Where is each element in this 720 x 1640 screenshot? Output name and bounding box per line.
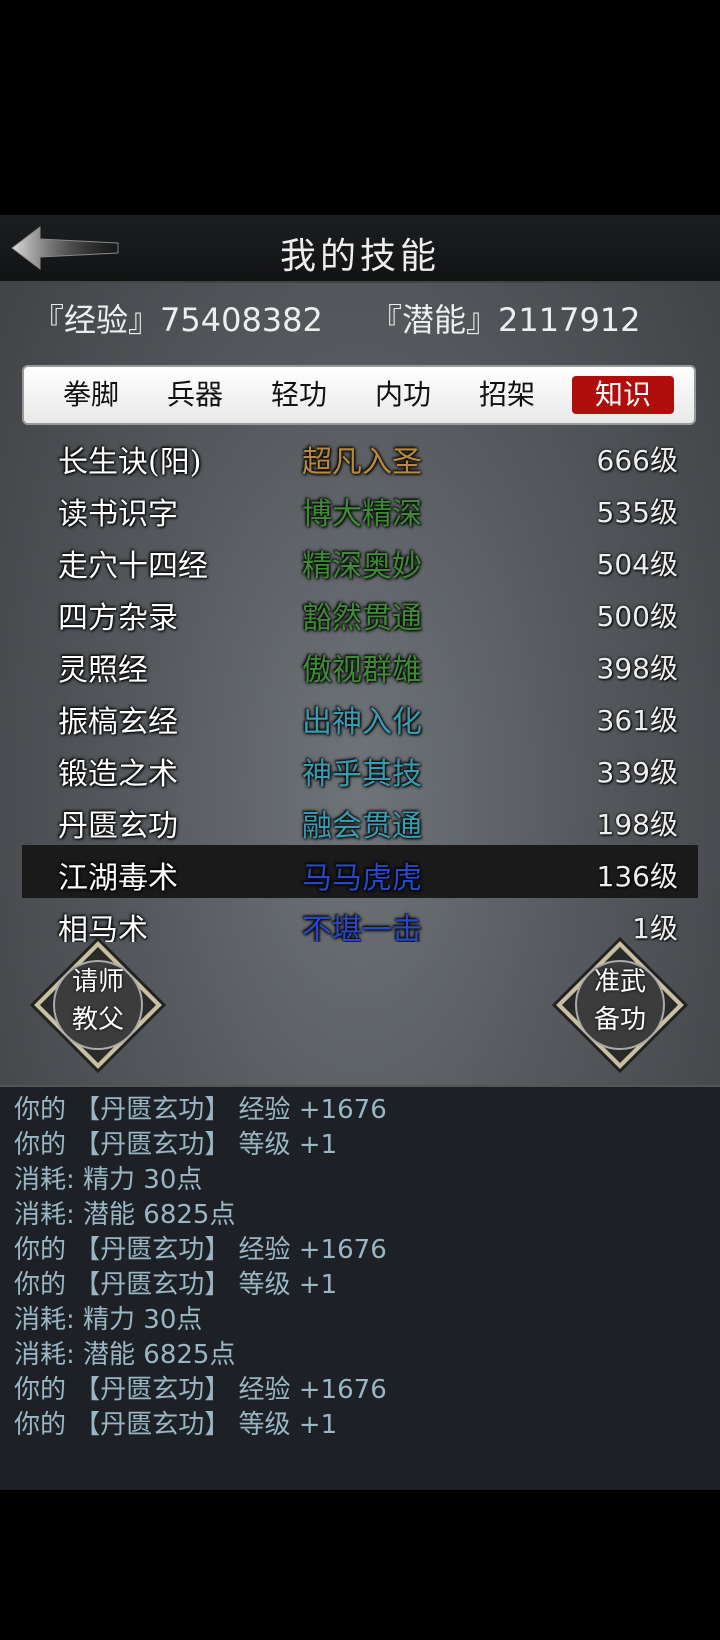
skill-level: 361级 <box>596 704 678 737</box>
skill-name: 四方杂录 <box>58 601 178 636</box>
skill-rank: 融会贯通 <box>302 809 422 844</box>
tab-qinggong[interactable]: 轻功 <box>248 376 350 414</box>
skill-row[interactable]: 锻造之术 神乎其技 339级 <box>22 741 698 794</box>
skill-row[interactable]: 江湖毒术 马马虎虎 136级 <box>22 845 698 898</box>
skill-rank: 不堪一击 <box>302 913 422 942</box>
ask-teacher-button[interactable]: 请师 教父 <box>29 936 167 1074</box>
experience-stat: 『经验』75408382 <box>32 301 323 339</box>
skill-row[interactable]: 走穴十四经 精深奥妙 504级 <box>22 533 698 586</box>
skill-name: 灵照经 <box>58 653 148 688</box>
tab-zhishi[interactable]: 知识 <box>572 376 674 414</box>
skill-rank: 博大精深 <box>302 497 422 532</box>
skill-row[interactable]: 灵照经 傲视群雄 398级 <box>22 637 698 690</box>
skill-level: 535级 <box>596 496 678 529</box>
tab-neigong[interactable]: 内功 <box>352 376 454 414</box>
skill-name: 丹匮玄功 <box>58 809 178 844</box>
ask-teacher-label: 请师 教父 <box>71 967 124 1035</box>
potential-stat: 『潜能』2117912 <box>370 301 641 339</box>
tab-bingqi[interactable]: 兵器 <box>144 376 246 414</box>
log-line: 你的 【丹匮玄功】 经验 +1676 <box>14 1375 387 1405</box>
skill-name: 江湖毒术 <box>58 861 178 896</box>
log-line: 你的 【丹匮玄功】 等级 +1 <box>14 1270 338 1300</box>
tab-quanjiao[interactable]: 拳脚 <box>40 376 142 414</box>
skill-level: 339级 <box>596 756 678 789</box>
skill-row[interactable]: 读书识字 博大精深 535级 <box>22 481 698 534</box>
skill-rank: 精深奥妙 <box>302 549 422 584</box>
skill-level: 666级 <box>596 444 678 477</box>
skill-row[interactable]: 长生诀(阳) 超凡入圣 666级 <box>22 435 698 482</box>
stats-bar: 『经验』75408382 『潜能』2117912 <box>0 295 720 345</box>
skill-row[interactable]: 丹匮玄功 融会贯通 198级 <box>22 793 698 846</box>
skill-level: 136级 <box>596 860 678 893</box>
skill-level: 398级 <box>596 652 678 685</box>
log-line: 你的 【丹匮玄功】 经验 +1676 <box>14 1235 387 1265</box>
prepare-skill-button[interactable]: 准武 备功 <box>551 936 689 1074</box>
skill-rank: 傲视群雄 <box>302 653 422 688</box>
skill-rank: 超凡入圣 <box>302 445 422 480</box>
skill-rank: 马马虎虎 <box>302 861 422 896</box>
skill-list: 长生诀(阳) 超凡入圣 666级读书识字 博大精深 535级走穴十四经 精深奥妙 504级四… <box>22 435 698 942</box>
log-line: 你的 【丹匮玄功】 等级 +1 <box>14 1130 338 1160</box>
log-line: 消耗: 精力 30点 <box>14 1165 203 1195</box>
skill-name: 长生诀(阳) <box>58 445 202 480</box>
bottom-area <box>0 1490 720 1640</box>
log-line: 消耗: 潜能 6825点 <box>14 1200 236 1230</box>
skill-category-tabs: 拳脚 兵器 轻功 内功 招架 知识 <box>22 365 696 425</box>
skill-rank: 出神入化 <box>302 705 422 740</box>
message-log: 你的 【丹匮玄功】 经验 +1676 你的 【丹匮玄功】 等级 +1 消耗: 精力 … <box>0 1085 720 1490</box>
log-line: 你的 【丹匮玄功】 经验 +1676 <box>14 1095 387 1125</box>
header-bar: 我的技能 <box>0 215 720 283</box>
skill-level: 504级 <box>596 548 678 581</box>
skill-name: 走穴十四经 <box>58 549 208 584</box>
skill-row[interactable]: 振槁玄经 出神入化 361级 <box>22 689 698 742</box>
log-line: 你的 【丹匮玄功】 等级 +1 <box>14 1410 338 1440</box>
skill-rank: 神乎其技 <box>302 757 422 792</box>
skill-level: 198级 <box>596 808 678 841</box>
skill-name: 读书识字 <box>58 497 178 532</box>
skill-level: 500级 <box>596 600 678 633</box>
skill-row[interactable]: 四方杂录 豁然贯通 500级 <box>22 585 698 638</box>
log-line: 消耗: 精力 30点 <box>14 1305 203 1335</box>
skill-name: 锻造之术 <box>58 757 178 792</box>
skill-name: 振槁玄经 <box>58 705 178 740</box>
log-line: 消耗: 潜能 6825点 <box>14 1340 236 1370</box>
page-title: 我的技能 <box>279 236 440 277</box>
skill-rank: 豁然贯通 <box>302 601 422 636</box>
prepare-skill-label: 准武 备功 <box>593 967 646 1035</box>
skill-row[interactable]: 相马术 不堪一击 1级 <box>22 897 698 942</box>
tab-zhaojia[interactable]: 招架 <box>456 376 558 414</box>
